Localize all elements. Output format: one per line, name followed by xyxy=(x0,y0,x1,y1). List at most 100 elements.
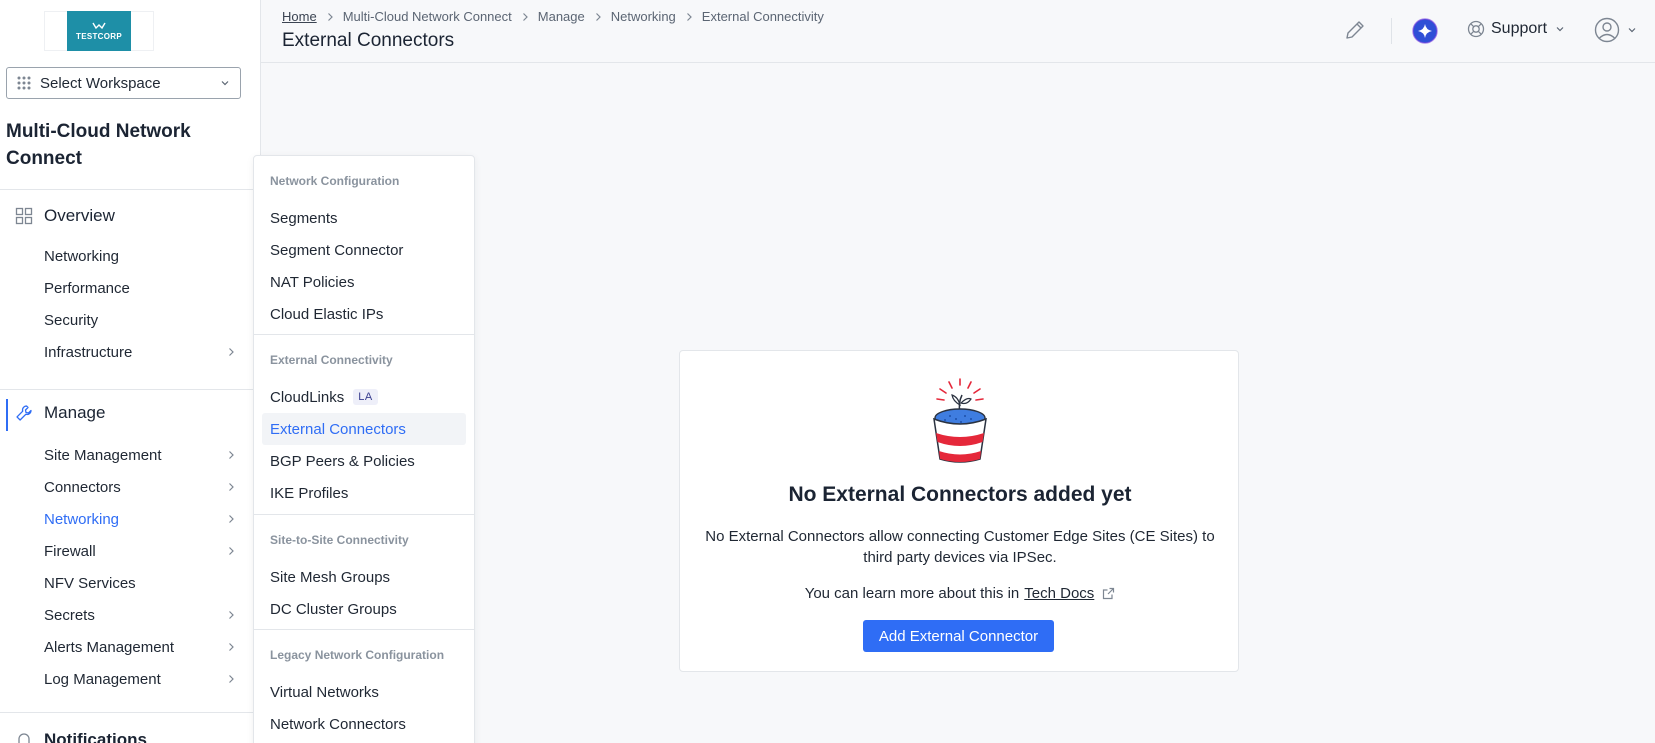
flyout-item-cloudlinks[interactable]: CloudLinks LA xyxy=(262,381,466,413)
networking-flyout-menu: Network Configuration Segments Segment Con… xyxy=(253,155,475,743)
flyout-item-bgp-peers-and-policies[interactable]: BGP Peers & Policies xyxy=(262,445,466,477)
dashboard-icon xyxy=(15,207,33,225)
logo-text: TESTCORP xyxy=(76,31,122,41)
testcorp-logo: TESTCORP xyxy=(67,11,131,51)
user-menu[interactable] xyxy=(1594,17,1637,43)
flyout-item-label: Site Mesh Groups xyxy=(270,568,391,586)
flyout-item-label: Virtual Networks xyxy=(270,683,379,701)
app-title: Multi-Cloud Network Connect xyxy=(6,121,191,169)
sidebar-item-networking[interactable]: Networking xyxy=(0,241,250,271)
sidebar-item-label: Infrastructure xyxy=(44,343,133,361)
flyout-item-label: Segments xyxy=(270,209,338,227)
external-link-icon[interactable] xyxy=(1102,587,1115,600)
flyout-group-title: Legacy Network Configuration xyxy=(270,648,445,662)
sidebar-item-label: Security xyxy=(44,311,99,329)
breadcrumb-item-external-connectivity: External Connectivity xyxy=(701,9,824,24)
learn-more-text: You can learn more about this in xyxy=(804,585,1020,602)
breadcrumb-item-multi-cloud-network-connect[interactable]: Multi-Cloud Network Connect xyxy=(343,9,512,24)
flyout-group-title: Site-to-Site Connectivity xyxy=(270,533,409,547)
logo[interactable]: TESTCORP xyxy=(44,11,154,51)
chevron-right-icon xyxy=(229,611,234,619)
flyout-group-title: External Connectivity xyxy=(270,353,393,367)
sidebar-item-label: Firewall xyxy=(44,542,96,560)
sidebar-item-label: NFV Services xyxy=(44,574,136,592)
chevron-right-icon xyxy=(686,12,692,21)
nav-section-notifications[interactable]: Notifications xyxy=(0,726,260,743)
sidebar-item-secrets[interactable]: Secrets xyxy=(0,600,250,630)
flyout-item-label: Segment Connector xyxy=(270,241,404,259)
sidebar-item-nfv-services[interactable]: NFV Services xyxy=(0,568,250,598)
header-divider xyxy=(1391,18,1392,44)
sidebar-divider xyxy=(0,389,260,390)
flyout-item-virtual-networks[interactable]: Virtual Networks xyxy=(262,676,466,708)
flyout-divider xyxy=(254,334,474,335)
empty-state-description: No External Connectors allow connecting … xyxy=(705,528,1215,566)
flyout-item-cloud-elastic-ips[interactable]: Cloud Elastic IPs xyxy=(262,298,466,330)
sidebar-item-connectors[interactable]: Connectors xyxy=(0,472,250,502)
sidebar-item-alerts-management[interactable]: Alerts Management xyxy=(0,632,250,662)
sidebar-divider xyxy=(0,189,260,190)
chevron-right-icon xyxy=(229,643,234,651)
sidebar-item-log-management[interactable]: Log Management xyxy=(0,664,250,694)
plant-pot-illustration xyxy=(933,378,987,463)
flyout-item-site-mesh-groups[interactable]: Site Mesh Groups xyxy=(262,561,466,593)
flyout-item-nat-policies[interactable]: NAT Policies xyxy=(262,266,466,298)
flyout-item-label: NAT Policies xyxy=(270,273,355,291)
logo-mark-icon xyxy=(92,22,106,29)
nav-section-label: Manage xyxy=(44,403,106,422)
breadcrumb-item-home[interactable]: Home xyxy=(282,9,317,24)
wrench-icon xyxy=(16,405,32,421)
edit-button[interactable] xyxy=(1343,18,1367,42)
chevron-right-icon xyxy=(229,483,234,491)
sidebar-item-performance[interactable]: Performance xyxy=(0,273,250,303)
nav-section-label: Notifications xyxy=(44,730,147,743)
empty-state-title: No External Connectors added yet xyxy=(788,483,1132,506)
ai-sparkle-icon xyxy=(1412,18,1438,44)
flyout-item-dc-cluster-groups[interactable]: DC Cluster Groups xyxy=(262,593,466,625)
sidebar-item-firewall[interactable]: Firewall xyxy=(0,536,250,566)
flyout-item-label: CloudLinks xyxy=(270,388,345,406)
flyout-item-network-connectors[interactable]: Network Connectors xyxy=(262,708,466,740)
flyout-item-label: DC Cluster Groups xyxy=(270,600,397,618)
workspace-select[interactable]: Select Workspace xyxy=(6,67,241,99)
flyout-item-label: External Connectors xyxy=(270,420,406,438)
chevron-right-icon xyxy=(327,12,333,21)
flyout-item-label: IKE Profiles xyxy=(270,484,349,502)
chevron-right-icon xyxy=(229,515,234,523)
active-indicator xyxy=(6,399,8,431)
flyout-item-label: Network Connectors xyxy=(270,715,406,733)
sidebar-item-infrastructure[interactable]: Infrastructure xyxy=(0,337,250,367)
nav-section-manage[interactable]: Manage xyxy=(0,399,260,431)
sidebar-item-security[interactable]: Security xyxy=(0,305,250,335)
flyout-item-segments[interactable]: Segments xyxy=(262,202,466,234)
nav-section-label: Overview xyxy=(44,206,115,225)
lifebuoy-icon xyxy=(1467,20,1485,38)
support-label: Support xyxy=(1491,20,1548,37)
chevron-right-icon xyxy=(229,451,234,459)
sidebar: TESTCORP Select Workspace Multi-Cloud Ne… xyxy=(0,0,261,743)
flyout-item-external-connectors[interactable]: External Connectors xyxy=(262,413,466,445)
limited-availability-badge: LA xyxy=(353,389,378,405)
chevron-down-icon xyxy=(1628,28,1636,33)
chevron-right-icon xyxy=(229,348,234,356)
flyout-item-label: BGP Peers & Policies xyxy=(270,452,415,470)
chevron-right-icon xyxy=(229,675,234,683)
ai-assistant-button[interactable] xyxy=(1412,18,1438,44)
add-external-connector-button[interactable]: Add External Connector xyxy=(863,620,1054,652)
flyout-group-title: Network Configuration xyxy=(270,174,400,188)
flyout-item-ike-profiles[interactable]: IKE Profiles xyxy=(262,477,466,509)
top-header: Home Multi-Cloud Network Connect Manage Net… xyxy=(261,0,1655,63)
chevron-right-icon xyxy=(595,12,601,21)
user-avatar-icon xyxy=(1594,17,1620,43)
nav-section-overview[interactable]: Overview xyxy=(0,202,260,230)
breadcrumb-item-manage[interactable]: Manage xyxy=(538,9,585,24)
breadcrumb-item-networking[interactable]: Networking xyxy=(611,9,676,24)
sidebar-item-networking[interactable]: Networking xyxy=(0,504,250,534)
support-menu[interactable]: Support xyxy=(1467,20,1565,38)
learn-more-line: You can learn more about this in Tech Do… xyxy=(680,585,1240,602)
sidebar-item-label: Secrets xyxy=(44,606,95,624)
tech-docs-link[interactable]: Tech Docs xyxy=(1024,585,1094,602)
flyout-item-segment-connector[interactable]: Segment Connector xyxy=(262,234,466,266)
workspace-label: Select Workspace xyxy=(40,74,161,92)
sidebar-item-site-management[interactable]: Site Management xyxy=(0,440,250,470)
